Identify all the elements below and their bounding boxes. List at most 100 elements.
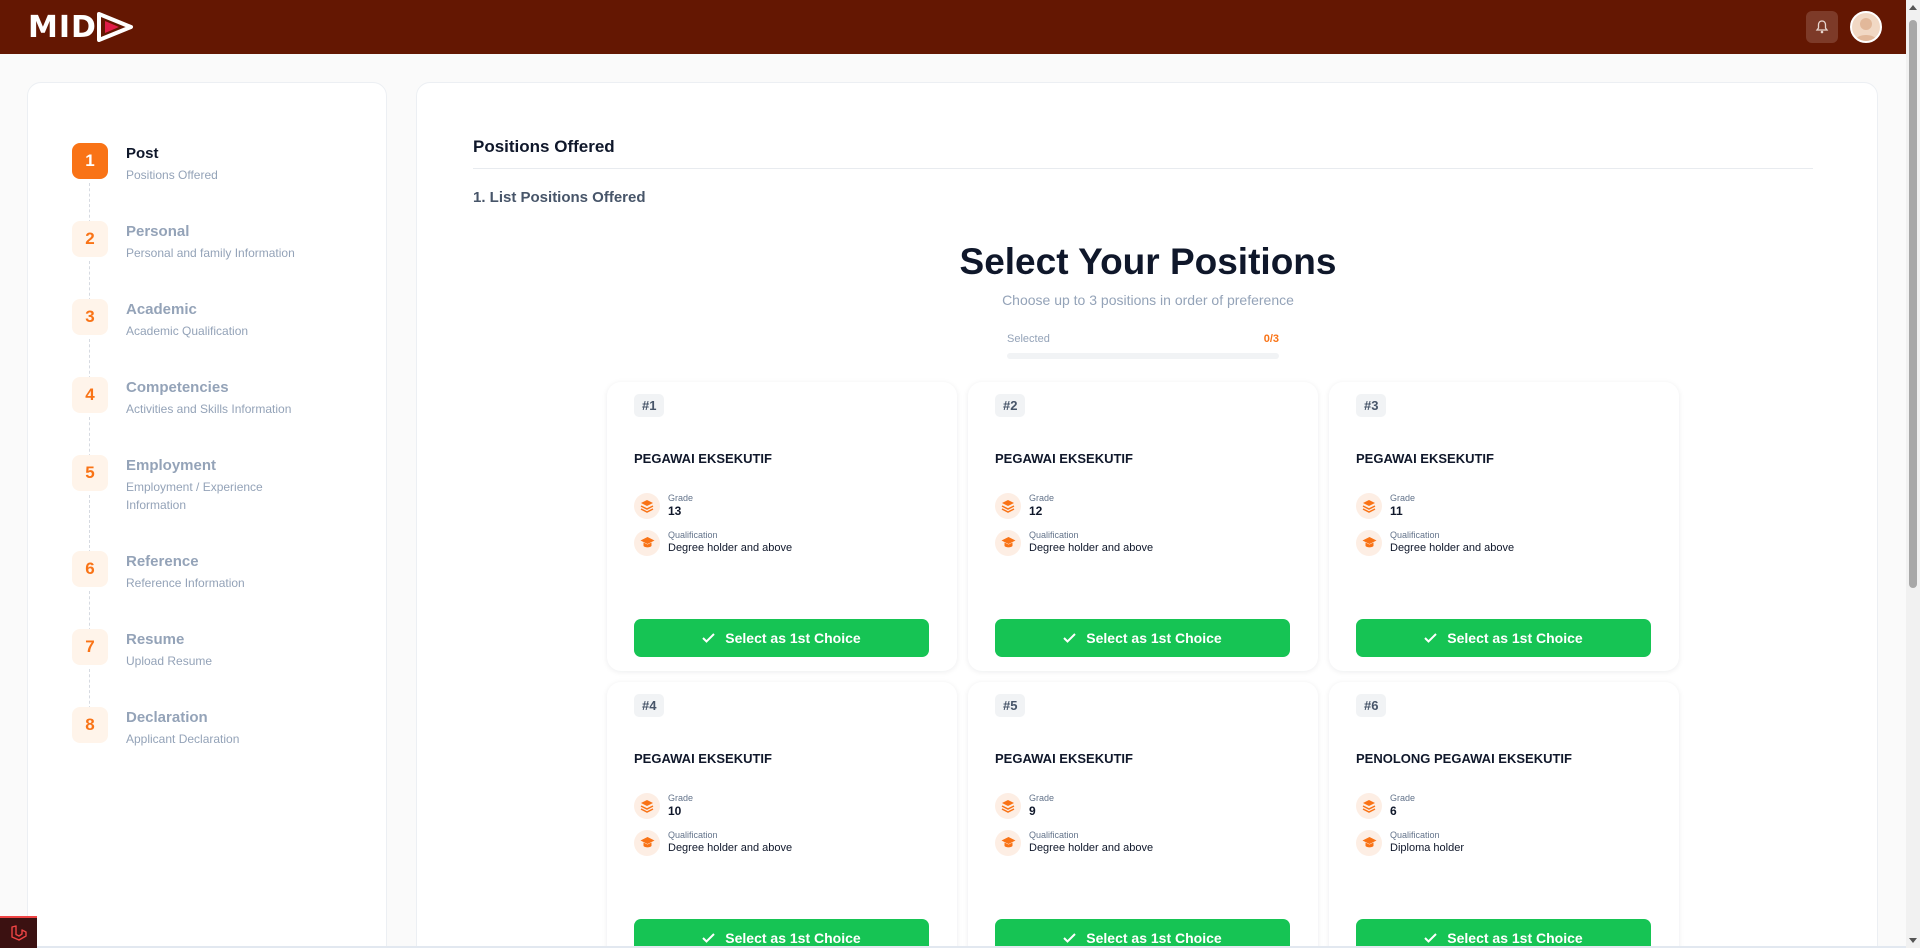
- position-rank-badge: #1: [634, 394, 665, 417]
- step-number: 7: [72, 629, 108, 665]
- layers-icon: [1356, 492, 1382, 519]
- notification-button[interactable]: [1806, 11, 1838, 43]
- positions-grid: #1 PEGAWAI EKSEKUTIF Grade 13 Qualificat…: [607, 382, 1679, 948]
- qualification-info: Qualification Diploma holder: [1356, 829, 1464, 856]
- step-post[interactable]: 1 Post Positions Offered: [72, 143, 296, 223]
- position-title: PEGAWAI EKSEKUTIF: [995, 751, 1133, 766]
- select-first-choice-button[interactable]: Select as 1st Choice: [1356, 619, 1651, 657]
- step-connector: [89, 495, 90, 553]
- step-subtitle: Activities and Skills Information: [126, 402, 292, 416]
- position-title: PEGAWAI EKSEKUTIF: [634, 751, 772, 766]
- select-button-label: Select as 1st Choice: [1447, 930, 1583, 946]
- step-number: 1: [72, 143, 108, 179]
- laravel-icon: [10, 925, 27, 941]
- bell-icon: [1815, 20, 1829, 34]
- layers-icon: [634, 492, 660, 519]
- graduation-cap-icon: [995, 529, 1021, 556]
- main-panel: Positions Offered 1. List Positions Offe…: [416, 82, 1878, 948]
- position-title: PEGAWAI EKSEKUTIF: [634, 451, 772, 466]
- selection-progress: [1007, 353, 1279, 359]
- check-icon: [1424, 633, 1438, 643]
- steps-sidebar: 1 Post Positions Offered 2 Personal Pers…: [27, 82, 387, 948]
- step-title: Declaration: [126, 709, 208, 726]
- step-academic[interactable]: 3 Academic Academic Qualification: [72, 299, 296, 379]
- qualification-value: Degree holder and above: [1029, 542, 1154, 554]
- step-number: 5: [72, 455, 108, 491]
- step-competencies[interactable]: 4 Competencies Activities and Skills Inf…: [72, 377, 296, 457]
- graduation-cap-icon: [995, 829, 1021, 856]
- step-connector: [89, 183, 90, 223]
- grade-label: Grade: [668, 793, 694, 803]
- step-personal[interactable]: 2 Personal Personal and family Informati…: [72, 221, 296, 301]
- qualification-value: Degree holder and above: [668, 842, 793, 854]
- grade-value: 6: [1390, 804, 1397, 818]
- scrollbar-thumb[interactable]: [1909, 20, 1917, 588]
- step-connector: [89, 669, 90, 709]
- selected-count: 0/3: [1263, 333, 1279, 345]
- step-number: 6: [72, 551, 108, 587]
- page-scrollbar[interactable]: [1906, 0, 1920, 948]
- select-button-label: Select as 1st Choice: [725, 630, 861, 646]
- graduation-cap-icon: [1356, 529, 1382, 556]
- step-title: Resume: [126, 631, 185, 648]
- qualification-info: Qualification Degree holder and above: [995, 529, 1153, 556]
- selection-status: Selected 0/3: [1007, 333, 1279, 345]
- check-icon: [702, 933, 716, 943]
- section-title: Positions Offered: [473, 137, 615, 156]
- step-declaration[interactable]: 8 Declaration Applicant Declaration: [72, 707, 296, 785]
- grade-info: Grade 11: [1356, 492, 1415, 519]
- user-avatar[interactable]: [1850, 11, 1882, 43]
- scroll-up-arrow-icon[interactable]: [1909, 5, 1917, 10]
- step-title: Academic: [126, 301, 197, 318]
- check-icon: [702, 633, 716, 643]
- step-subtitle: Reference Information: [126, 576, 245, 590]
- step-resume[interactable]: 7 Resume Upload Resume: [72, 629, 296, 709]
- select-first-choice-button[interactable]: Select as 1st Choice: [634, 619, 929, 657]
- step-employment[interactable]: 5 Employment Employment / Experience Inf…: [72, 455, 296, 553]
- subsection-title: 1. List Positions Offered: [473, 189, 646, 206]
- grade-value: 11: [1390, 504, 1403, 518]
- step-connector: [89, 261, 90, 301]
- step-subtitle: Personal and family Information: [126, 246, 295, 260]
- step-connector: [89, 417, 90, 457]
- qualification-value: Degree holder and above: [668, 542, 793, 554]
- select-first-choice-button[interactable]: Select as 1st Choice: [995, 619, 1290, 657]
- position-card: #1 PEGAWAI EKSEKUTIF Grade 13 Qualificat…: [607, 382, 957, 671]
- select-first-choice-button[interactable]: Select as 1st Choice: [634, 919, 929, 948]
- select-button-label: Select as 1st Choice: [1447, 630, 1583, 646]
- position-rank-badge: #2: [995, 394, 1026, 417]
- step-subtitle: Applicant Declaration: [126, 732, 240, 746]
- select-first-choice-button[interactable]: Select as 1st Choice: [995, 919, 1290, 948]
- layers-icon: [995, 492, 1021, 519]
- qualification-label: Qualification: [1029, 530, 1079, 540]
- grade-value: 12: [1029, 504, 1043, 518]
- top-navbar: MID: [0, 0, 1906, 54]
- grade-info: Grade 9: [995, 792, 1054, 819]
- qualification-label: Qualification: [1029, 830, 1079, 840]
- avatar-person-icon: [1855, 18, 1877, 41]
- selected-label: Selected: [1007, 333, 1050, 345]
- scroll-down-arrow-icon[interactable]: [1909, 938, 1917, 943]
- select-button-label: Select as 1st Choice: [1086, 930, 1222, 946]
- mida-logo[interactable]: MID: [28, 9, 135, 45]
- step-number: 3: [72, 299, 108, 335]
- select-first-choice-button[interactable]: Select as 1st Choice: [1356, 919, 1651, 948]
- position-card: #4 PEGAWAI EKSEKUTIF Grade 10 Qualificat…: [607, 682, 957, 948]
- step-reference[interactable]: 6 Reference Reference Information: [72, 551, 296, 631]
- page-subheading: Choose up to 3 positions in order of pre…: [1002, 292, 1294, 308]
- grade-info: Grade 13: [634, 492, 693, 519]
- logo-text: MID: [28, 9, 97, 45]
- select-button-label: Select as 1st Choice: [725, 930, 861, 946]
- debugbar-toggle[interactable]: [0, 916, 37, 948]
- step-subtitle: Upload Resume: [126, 654, 213, 668]
- layers-icon: [1356, 792, 1382, 819]
- grade-label: Grade: [668, 493, 694, 503]
- step-connector: [89, 339, 90, 379]
- position-rank-badge: #4: [634, 694, 665, 717]
- graduation-cap-icon: [1356, 829, 1382, 856]
- qualification-value: Degree holder and above: [1029, 842, 1154, 854]
- position-card: #3 PEGAWAI EKSEKUTIF Grade 11 Qualificat…: [1329, 382, 1679, 671]
- step-title: Competencies: [126, 379, 229, 396]
- layers-icon: [634, 792, 660, 819]
- grade-value: 10: [668, 804, 682, 818]
